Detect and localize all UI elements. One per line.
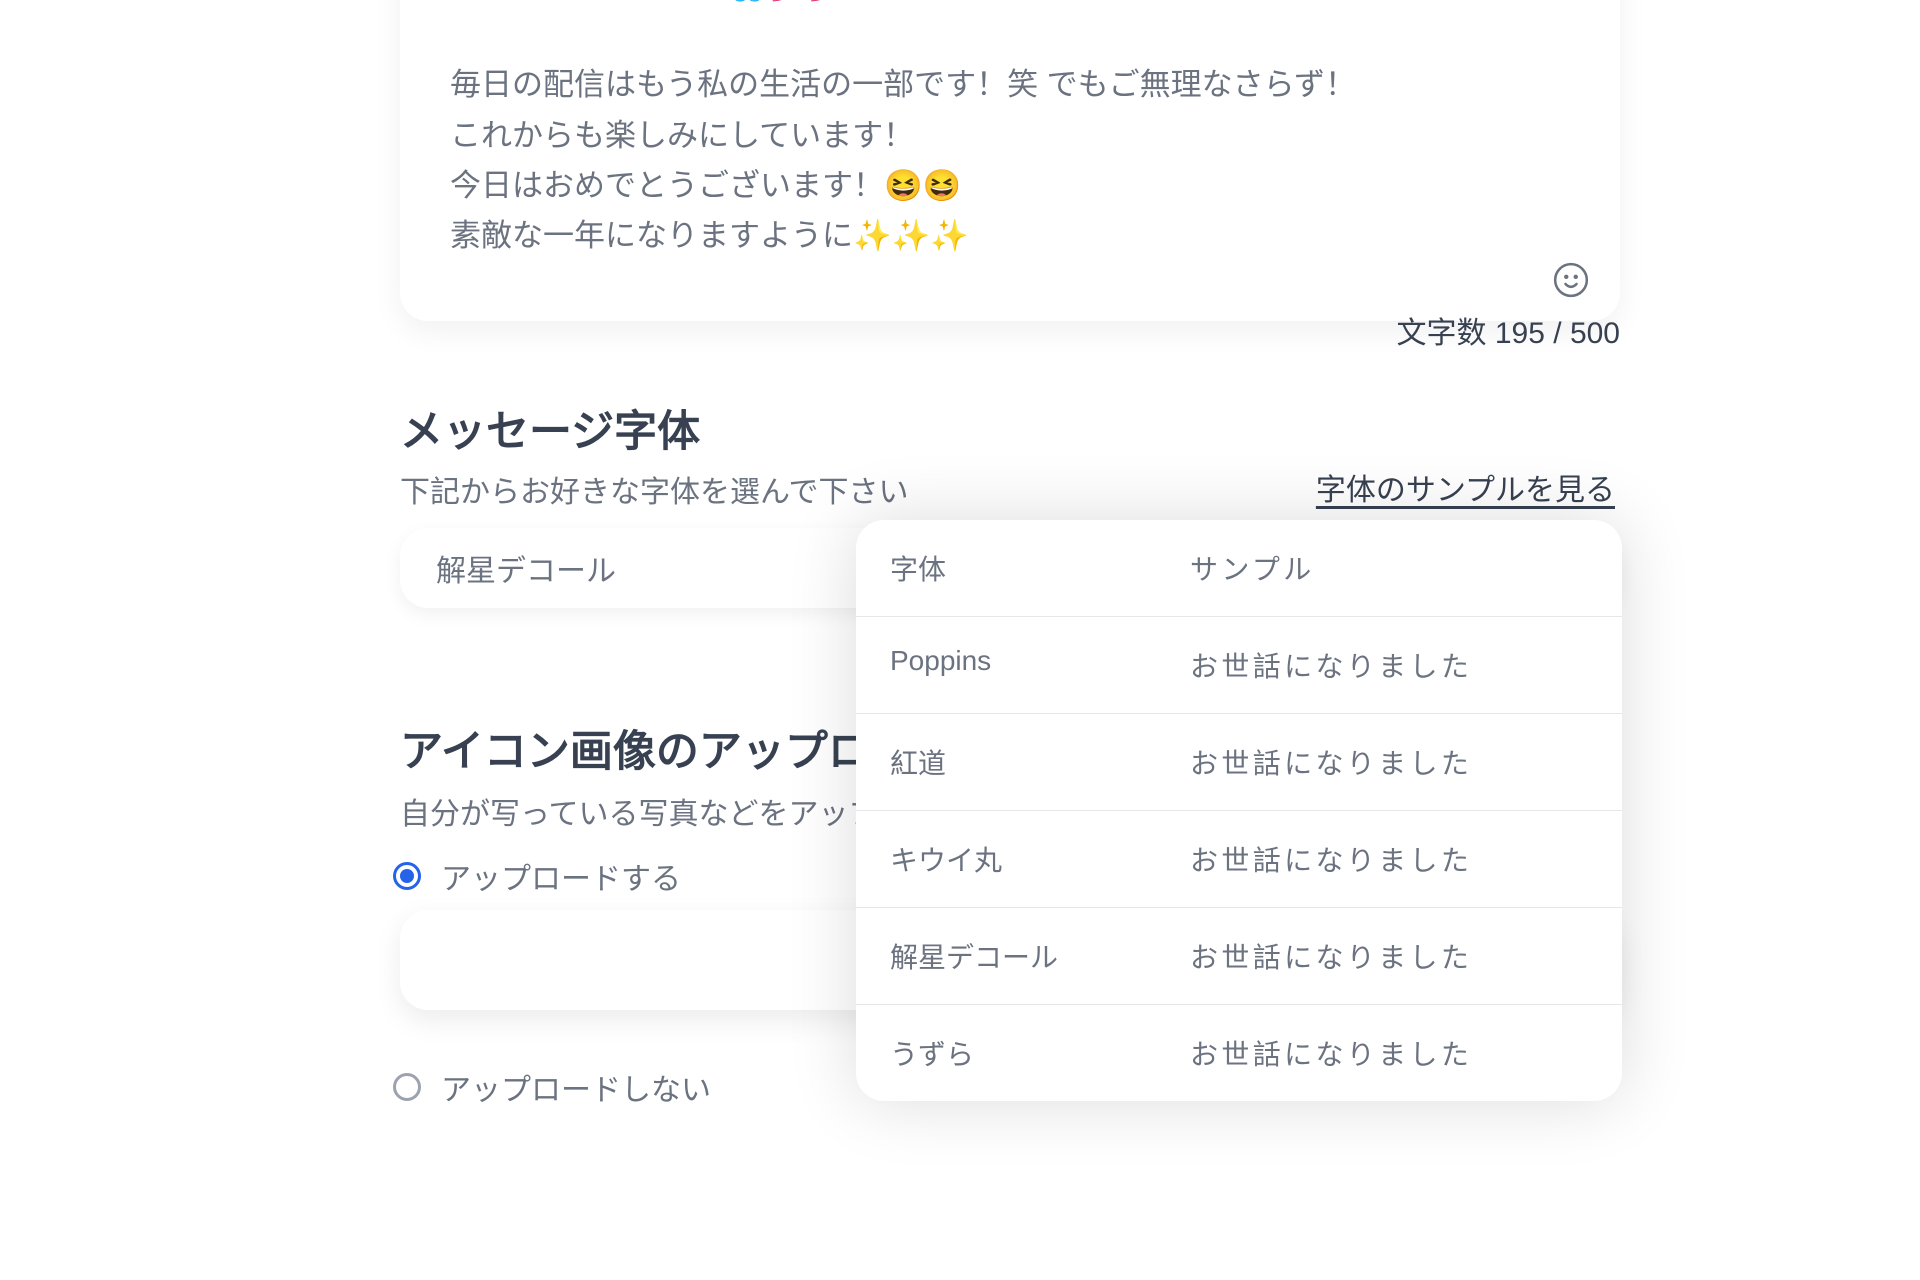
emoji-picker-button[interactable]	[1552, 261, 1590, 299]
font-row[interactable]: Poppins お世話になりました	[856, 616, 1622, 713]
font-sample: お世話になりました	[1156, 811, 1622, 907]
font-row[interactable]: キウイ丸 お世話になりました	[856, 810, 1622, 907]
font-sample-link[interactable]: 字体のサンプルを見る	[1316, 465, 1615, 509]
radio-upload-yes[interactable]: アップロードする	[393, 854, 681, 898]
font-sample: お世話になりました	[1156, 1005, 1622, 1101]
message-textarea[interactable]: 感謝しかありません😭💕💕 毎日の配信はもう私の生活の一部です！笑 でもご無理なさ…	[400, 0, 1620, 321]
font-row[interactable]: うずら お世話になりました	[856, 1004, 1622, 1101]
radio-unchecked-icon	[393, 1073, 421, 1101]
font-row[interactable]: 紅道 お世話になりました	[856, 713, 1622, 810]
font-name: 紅道	[856, 714, 1156, 810]
font-name: 解星デコール	[856, 908, 1156, 1004]
radio-upload-no[interactable]: アップロードしない	[393, 1065, 711, 1109]
font-row[interactable]: 解星デコール お世話になりました	[856, 907, 1622, 1004]
font-name: Poppins	[856, 617, 1156, 713]
popup-header-font: 字体	[856, 520, 1156, 616]
section-subtitle-upload: 自分が写っている写真などをアップ	[400, 789, 879, 833]
font-name: キウイ丸	[856, 811, 1156, 907]
popup-header-sample: サンプル	[1156, 520, 1622, 616]
radio-upload-yes-label: アップロードする	[441, 854, 681, 898]
font-name: うずら	[856, 1005, 1156, 1101]
radio-checked-icon	[393, 862, 421, 890]
popup-header-row: 字体 サンプル	[856, 520, 1622, 616]
font-sample: お世話になりました	[1156, 617, 1622, 713]
font-sample-popup: 字体 サンプル Poppins お世話になりました 紅道 お世話になりました キ…	[856, 520, 1622, 1101]
font-sample: お世話になりました	[1156, 714, 1622, 810]
char-counter: 文字数 195 / 500	[400, 308, 1620, 352]
section-title-font: メッセージ字体	[400, 397, 700, 459]
font-select-value: 解星デコール	[436, 546, 616, 590]
radio-upload-no-label: アップロードしない	[441, 1065, 711, 1109]
font-sample: お世話になりました	[1156, 908, 1622, 1004]
message-body: 感謝しかありません😭💕💕 毎日の配信はもう私の生活の一部です！笑 でもご無理なさ…	[450, 0, 1560, 261]
section-subtitle-font: 下記からお好きな字体を選んで下さい	[400, 467, 909, 511]
